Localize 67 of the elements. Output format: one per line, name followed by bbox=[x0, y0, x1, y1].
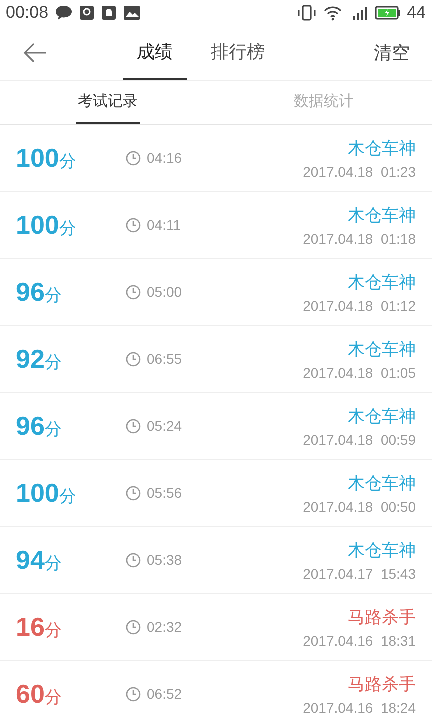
clock-icon bbox=[126, 352, 141, 366]
score-unit: 分 bbox=[44, 284, 62, 306]
sub-tab[interactable]: 考试记录 bbox=[76, 81, 140, 124]
chat-bubble-icon bbox=[54, 5, 73, 21]
duration: 05:56 bbox=[147, 485, 182, 501]
record-date: 2017.04.18 01:18 bbox=[303, 230, 416, 246]
battery-icon bbox=[375, 5, 402, 21]
player-name: 木仓车神 bbox=[348, 406, 416, 428]
back-arrow-icon[interactable] bbox=[23, 43, 47, 63]
duration: 06:55 bbox=[147, 351, 182, 367]
player-name: 木仓车神 bbox=[348, 204, 416, 226]
clock-icon bbox=[126, 686, 141, 702]
score-value: 96 bbox=[16, 410, 45, 442]
status-time: 00:08 bbox=[6, 3, 49, 23]
player-name: 马路杀手 bbox=[348, 606, 416, 628]
score-unit: 分 bbox=[59, 218, 76, 240]
score-value: 96 bbox=[16, 276, 45, 308]
app-icon bbox=[78, 5, 95, 21]
score-value: 16 bbox=[16, 612, 45, 642]
wifi-icon bbox=[323, 5, 344, 21]
record-date: 2017.04.18 01:05 bbox=[303, 364, 416, 380]
duration: 02:32 bbox=[147, 619, 182, 635]
player-name: 马路杀手 bbox=[348, 674, 416, 696]
player-name: 木仓车神 bbox=[348, 272, 416, 294]
vibrate-icon bbox=[297, 5, 318, 21]
score-unit: 分 bbox=[59, 150, 76, 172]
score-value: 100 bbox=[16, 478, 60, 508]
player-name: 木仓车神 bbox=[348, 472, 416, 494]
record-date: 2017.04.16 18:24 bbox=[303, 700, 416, 716]
score-unit: 分 bbox=[44, 418, 62, 440]
duration: 04:11 bbox=[147, 217, 181, 233]
player-name: 木仓车神 bbox=[348, 338, 416, 360]
record-date: 2017.04.18 01:12 bbox=[303, 298, 416, 314]
record-date: 2017.04.16 18:31 bbox=[303, 632, 416, 648]
score-value: 92 bbox=[16, 344, 45, 374]
duration: 05:00 bbox=[147, 284, 182, 300]
clock-icon bbox=[126, 150, 141, 166]
score-unit: 分 bbox=[44, 352, 62, 374]
player-name: 木仓车神 bbox=[348, 138, 416, 160]
score-value: 94 bbox=[16, 544, 45, 576]
record-date: 2017.04.18 00:50 bbox=[303, 498, 416, 514]
duration: 05:38 bbox=[147, 552, 182, 568]
player-name: 木仓车神 bbox=[348, 540, 416, 562]
duration: 05:24 bbox=[147, 418, 182, 434]
header-tab[interactable]: 成绩 bbox=[123, 26, 187, 80]
clock-icon bbox=[126, 418, 141, 434]
clock-icon bbox=[126, 284, 141, 300]
score-value: 100 bbox=[16, 142, 60, 174]
score-unit: 分 bbox=[44, 620, 62, 642]
clock-icon bbox=[126, 620, 141, 634]
battery-level: 44 bbox=[407, 3, 426, 23]
clock-icon bbox=[126, 552, 141, 568]
score-value: 60 bbox=[16, 678, 45, 710]
record-date: 2017.04.17 15:43 bbox=[303, 566, 416, 582]
score-unit: 分 bbox=[59, 486, 76, 508]
duration: 06:52 bbox=[147, 686, 182, 702]
score-unit: 分 bbox=[44, 554, 62, 574]
image-icon bbox=[122, 5, 141, 21]
clear-button[interactable]: 清空 bbox=[352, 26, 432, 80]
record-date: 2017.04.18 01:23 bbox=[303, 164, 416, 180]
score-value: 100 bbox=[16, 210, 60, 240]
clock-icon bbox=[126, 218, 141, 232]
duration: 04:16 bbox=[147, 150, 182, 166]
score-unit: 分 bbox=[44, 686, 62, 708]
record-date: 2017.04.18 00:59 bbox=[303, 432, 416, 448]
clock-icon bbox=[126, 486, 141, 500]
header-tab[interactable]: 排行榜 bbox=[197, 26, 279, 80]
